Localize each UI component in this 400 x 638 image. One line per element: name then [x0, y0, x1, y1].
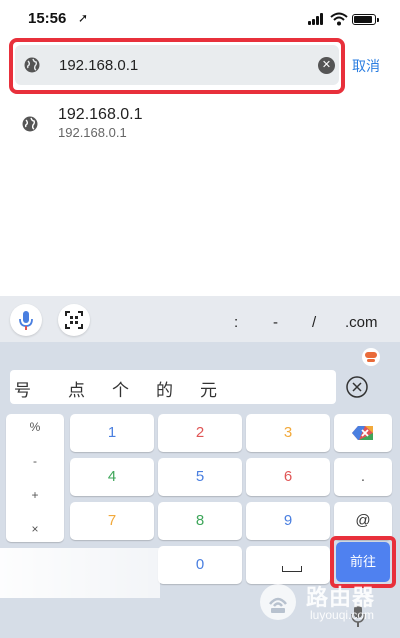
- digit-label: 1: [107, 424, 117, 441]
- candidate-bar: 号 点 个 的 元: [10, 370, 336, 404]
- screen: 15:56 ➚ 192.168.0.1 ✕ 取消 192.168.0.1 192…: [0, 0, 400, 638]
- candidate-item[interactable]: 的: [156, 376, 173, 401]
- digit-label: 0: [195, 556, 205, 573]
- digit-key-1[interactable]: 1: [70, 414, 154, 452]
- dot-key[interactable]: .: [334, 458, 392, 496]
- digit-key-8[interactable]: 8: [158, 502, 242, 540]
- digit-label: 8: [195, 512, 205, 529]
- digit-key-4[interactable]: 4: [70, 458, 154, 496]
- address-bar[interactable]: 192.168.0.1 ✕: [15, 45, 339, 85]
- watermark-subtitle: luyouqi.com: [310, 608, 375, 622]
- digit-label: 9: [283, 512, 293, 529]
- suggestion-subtitle: 192.168.0.1: [58, 125, 127, 140]
- clear-icon[interactable]: ✕: [318, 57, 335, 74]
- scan-button[interactable]: [58, 304, 90, 336]
- status-bar: 15:56 ➚: [0, 0, 400, 36]
- status-time: 15:56: [28, 10, 67, 27]
- digit-label: 6: [283, 468, 293, 485]
- symbol-column[interactable]: % - + ×: [6, 414, 64, 542]
- at-key[interactable]: @: [334, 502, 392, 540]
- digit-key-7[interactable]: 7: [70, 502, 154, 540]
- digit-key-9[interactable]: 9: [246, 502, 330, 540]
- quick-key-slash[interactable]: /: [312, 314, 316, 331]
- suggestion-title: 192.168.0.1: [58, 106, 143, 123]
- cancel-button[interactable]: 取消: [352, 56, 380, 76]
- keyboard-toolbar: : - / .com: [0, 296, 400, 342]
- battery-icon: [352, 14, 379, 25]
- candidate-item[interactable]: 号: [14, 376, 31, 401]
- digit-key-3[interactable]: 3: [246, 414, 330, 452]
- scan-icon: [65, 311, 83, 329]
- go-button[interactable]: 前往: [336, 542, 390, 582]
- wifi-icon: [330, 12, 348, 26]
- mascot-icon[interactable]: [362, 348, 380, 366]
- digit-label: 4: [107, 468, 117, 485]
- watermark-logo-icon: [260, 584, 296, 620]
- backspace-icon: [352, 426, 373, 440]
- quick-key-dash[interactable]: -: [273, 314, 278, 331]
- digit-key-6[interactable]: 6: [246, 458, 330, 496]
- blurred-region: [0, 548, 160, 598]
- backspace-key[interactable]: [334, 414, 392, 452]
- globe-icon: [22, 116, 38, 132]
- digit-key-0[interactable]: 0: [158, 546, 242, 584]
- location-arrow-icon: ➚: [78, 11, 89, 25]
- digit-label: 5: [195, 468, 205, 485]
- dot-label: .: [360, 468, 366, 485]
- candidate-item[interactable]: 点: [68, 376, 85, 401]
- microphone-icon: [19, 311, 33, 330]
- symbol-key[interactable]: %: [6, 420, 64, 434]
- quick-key-colon[interactable]: :: [234, 314, 238, 331]
- at-label: @: [355, 512, 371, 529]
- watermark: 路由器 luyouqi.com: [260, 578, 400, 628]
- candidate-item[interactable]: 元: [200, 376, 217, 401]
- space-icon: [282, 566, 302, 572]
- digit-label: 3: [283, 424, 293, 441]
- suggestion-item[interactable]: 192.168.0.1 192.168.0.1: [0, 100, 400, 148]
- cellular-signal-icon: [308, 13, 326, 25]
- symbol-key[interactable]: ×: [6, 522, 64, 536]
- symbol-key[interactable]: -: [6, 454, 64, 468]
- url-input[interactable]: 192.168.0.1: [59, 57, 138, 74]
- digit-key-2[interactable]: 2: [158, 414, 242, 452]
- quick-key-dotcom[interactable]: .com: [345, 314, 378, 331]
- candidate-delete-icon[interactable]: [344, 374, 370, 400]
- voice-input-button[interactable]: [10, 304, 42, 336]
- digit-label: 2: [195, 424, 205, 441]
- symbol-key[interactable]: +: [6, 488, 64, 502]
- globe-icon: [24, 57, 40, 73]
- digit-key-5[interactable]: 5: [158, 458, 242, 496]
- candidate-item[interactable]: 个: [112, 376, 129, 401]
- digit-label: 7: [107, 512, 117, 529]
